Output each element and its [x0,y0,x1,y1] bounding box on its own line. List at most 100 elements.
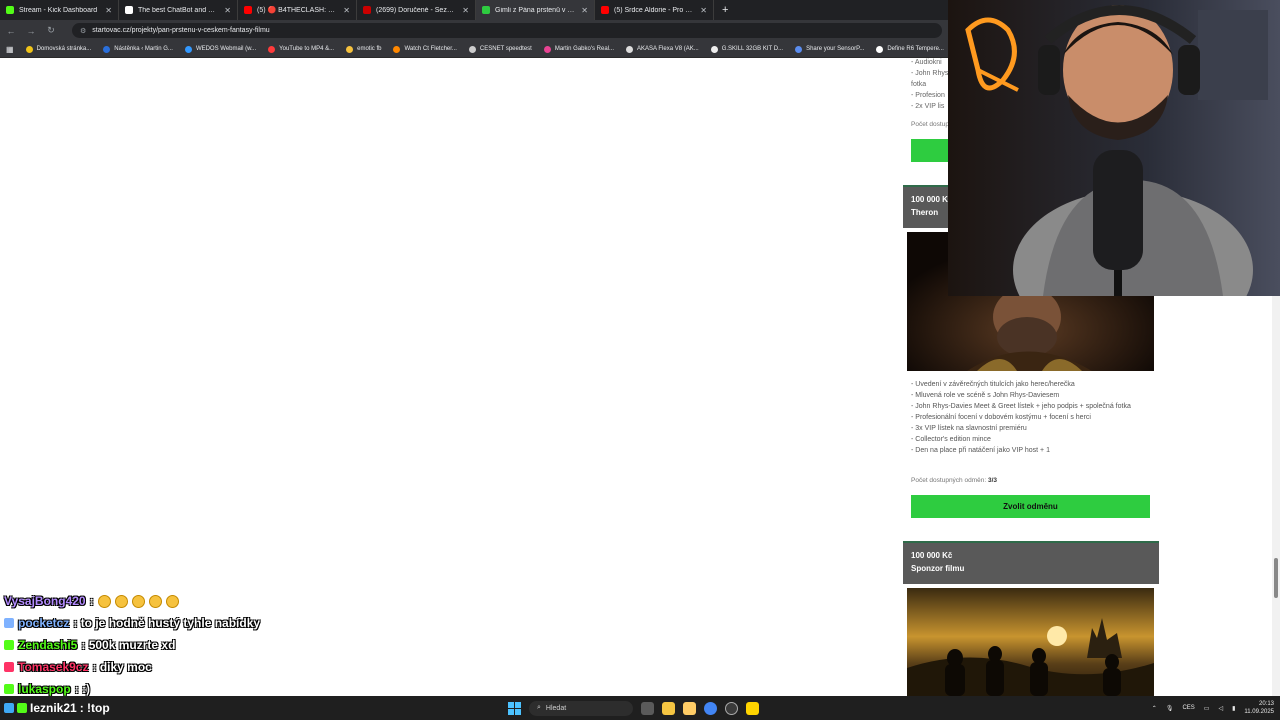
bookmark-favicon-icon [468,45,476,53]
browser-tab[interactable]: (2699) Doručené - Seznam Em ✕ [357,0,476,20]
tier-theron-items: - Uvedení v závěrečných titulcích jako h… [911,379,1151,456]
bookmark-favicon-icon [795,45,803,53]
tab-title: Stream - Kick Dashboard [19,6,98,14]
search-placeholder: Hledat [545,704,567,712]
tab-title: (2699) Doručené - Seznam Em [376,6,457,14]
chat-message: VysajBong420: [4,590,364,612]
sticky-notes-icon[interactable] [746,701,759,715]
tab-title: Gimli z Pána prstenů v českém [495,6,576,14]
back-icon[interactable]: ← [6,26,16,36]
url-input[interactable]: ⚙ startovac.cz/projekty/pan-prstenu-v-ce… [72,23,942,38]
bookmark-favicon-icon [626,45,634,53]
forward-icon[interactable]: → [26,26,36,36]
laughing-emote-icon [131,594,145,608]
reward-item: - Collector's edition mince [911,436,991,443]
reward-item: - John Rhys [911,70,949,77]
chat-message-text: : [89,594,94,608]
battery-icon[interactable]: ▮ [1232,705,1235,712]
bookmark-item[interactable]: WEDOS Webmail (w... [184,45,256,53]
bookmark-label: AKASA Flexa V8 (AK... [637,46,699,52]
chat-username: pocketcz [18,616,70,630]
url-text: startovac.cz/projekty/pan-prstenu-v-cesk… [92,27,270,34]
tab-favicon-icon [6,6,14,14]
taskbar-apps: ⌕ Hledat [508,696,759,720]
browser-tab[interactable]: Gimli z Pána prstenů v českém ✕ [476,0,595,20]
select-reward-button[interactable]: Zvolit odměnu [911,495,1150,518]
scrollbar-thumb[interactable] [1274,558,1278,598]
file-explorer-icon[interactable] [662,701,675,715]
bookmark-item[interactable]: Domovská stránka... [25,45,92,53]
tab-favicon-icon [363,6,371,14]
chat-badge-icon [4,662,14,672]
language-indicator[interactable]: CES [1182,705,1194,711]
bookmark-favicon-icon [184,45,192,53]
tier-price: 100 000 Kč [911,551,953,560]
chat-badge-icon [4,618,14,628]
bookmark-label: Nástěnka ‹ Martin G... [114,46,173,52]
bookmark-label: emotic fb [357,46,382,52]
browser-tab[interactable]: Stream - Kick Dashboard ✕ [0,0,119,20]
bookmark-item[interactable]: Share your SensorP... [795,45,865,53]
bookmark-label: Watch Ct Fletcher... [404,46,457,52]
chat-message-text: : :) [74,682,91,696]
close-icon[interactable]: ✕ [581,6,588,15]
reward-item: - Uvedení v závěrečných titulcích jako h… [911,381,1075,388]
chat-username: Zendashi5 [18,638,78,652]
network-icon[interactable]: ▭ [1204,705,1210,712]
close-icon[interactable]: ✕ [105,6,112,15]
close-icon[interactable]: ✕ [700,6,707,15]
bookmark-favicon-icon [543,45,551,53]
bookmark-item[interactable]: G.SKILL 32GB KIT D... [710,45,784,53]
page-scrollbar[interactable] [1272,296,1280,696]
clock[interactable]: 20:13 11.09.2025 [1244,700,1274,716]
availability-label: Počet dostupných odměn: [911,477,987,484]
browser-tab[interactable]: (5) Srdce Aldorie - Pro partnery ✕ [595,0,714,20]
bookmark-item[interactable]: AKASA Flexa V8 (AK... [626,45,699,53]
windows-start-icon[interactable] [508,701,521,715]
chat-message: Zendashi5: 500k muzrte xd [4,634,364,656]
microphone-icon[interactable]: 🎙 [1166,705,1174,712]
volume-icon[interactable]: ◁ [1218,705,1223,712]
chat-message-text: : !top [79,701,110,715]
task-view-icon[interactable] [641,701,654,715]
tier-name: Sponzor filmu [911,564,965,573]
new-tab-button[interactable]: + [714,4,736,16]
stream-chat-overlay: VysajBong420: pocketcz: to je hodně hustý… [4,590,364,700]
settings-icon[interactable] [725,701,738,715]
tab-favicon-icon [601,6,609,14]
laughing-emote-icon [165,594,179,608]
close-icon[interactable]: ✕ [462,6,469,15]
last-chat-message: Ieznik21 : !top [4,696,110,720]
bookmark-label: Define R6 Tempere... [887,46,944,52]
reload-icon[interactable]: ↻ [46,25,56,36]
windows-taskbar: Ieznik21 : !top ⌕ Hledat ⌃ 🎙 CES ▭ ◁ ▮ 2… [0,696,1280,720]
browser-tab[interactable]: (5) 🔴 B4THECLASH: Leo Berán ✕ [238,0,357,20]
close-icon[interactable]: ✕ [224,6,231,15]
close-icon[interactable]: ✕ [343,6,350,15]
laughing-emote-icon [148,594,162,608]
bookmark-item[interactable]: Martin Gabko's Real... [543,45,614,53]
bookmark-item[interactable]: CESNET speedtest [468,45,532,53]
chat-username: lukaspop [18,682,71,696]
reward-item: - 3x VIP lístek na slavnostní premiéru [911,425,1027,432]
bookmark-item[interactable]: YouTube to MP4 &... [268,45,334,53]
bookmark-label: G.SKILL 32GB KIT D... [721,46,784,52]
site-info-icon[interactable]: ⚙ [80,27,86,35]
bookmark-item[interactable]: emotic fb [346,45,382,53]
taskbar-search[interactable]: ⌕ Hledat [529,700,633,716]
chrome-icon[interactable] [704,701,717,715]
store-icon[interactable] [683,701,696,715]
bookmark-item[interactable]: Define R6 Tempere... [876,45,944,53]
reward-item: - Mluvená role ve scéně s John Rhys-Davi… [911,392,1060,399]
bookmark-item[interactable]: Nástěnka ‹ Martin G... [103,45,173,53]
bookmark-label: CESNET speedtest [479,46,532,52]
bookmark-item[interactable]: Watch Ct Fletcher... [393,45,457,53]
browser-tab[interactable]: The best ChatBot and Widgets ✕ [119,0,238,20]
bookmark-label: Domovská stránka... [36,46,92,52]
bookmark-favicon-icon [268,45,276,53]
chevron-up-icon[interactable]: ⌃ [1152,705,1157,712]
bookmark-favicon-icon [346,45,354,53]
reward-item: - Audiokni [911,59,942,66]
apps-icon[interactable]: ▦ [6,45,14,54]
bookmark-label: Share your SensorP... [806,46,865,52]
